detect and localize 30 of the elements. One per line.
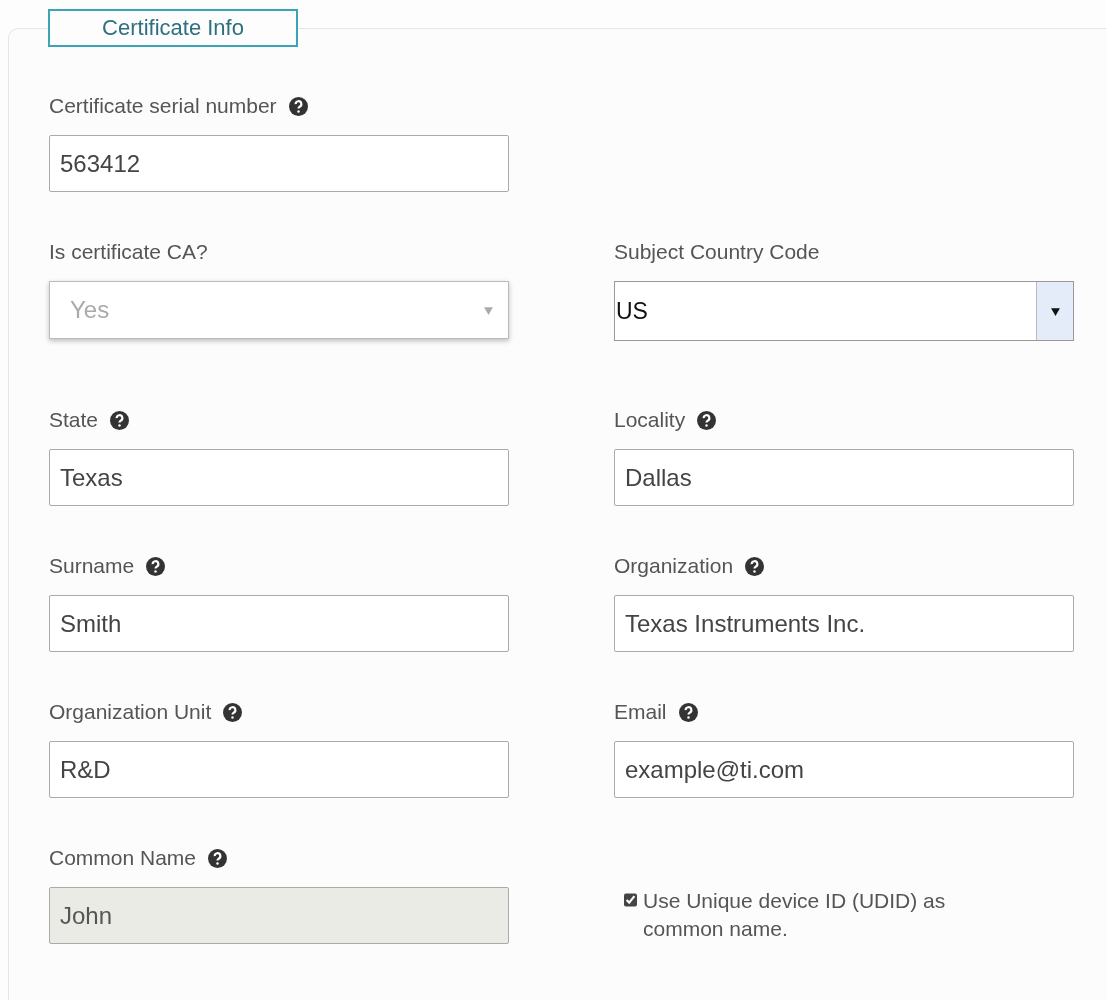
field-label: State [49, 408, 99, 432]
help-icon[interactable] [697, 410, 717, 430]
field-label: Is certificate CA? [49, 240, 208, 264]
dropdown[interactable]: US [614, 281, 1074, 341]
help-icon[interactable] [678, 702, 698, 722]
help-icon[interactable] [745, 556, 765, 576]
text-field[interactable]: Dallas [614, 449, 1074, 506]
text-field[interactable]: R&D [49, 741, 509, 798]
field-label: Subject Country Code [614, 240, 820, 264]
field-label: Common Name [49, 846, 197, 870]
section-legend: Certificate Info [48, 9, 298, 47]
udid-checkbox[interactable] [624, 892, 637, 908]
field-label: Organization Unit [49, 700, 212, 724]
field-label: Locality [614, 408, 686, 432]
field-label: Surname [49, 554, 135, 578]
caret-icon [483, 304, 494, 316]
text-field[interactable]: example@ti.com [614, 741, 1074, 798]
field-label: Organization [614, 554, 734, 578]
caret-icon [1049, 305, 1061, 317]
text-field[interactable]: 563412 [49, 135, 509, 192]
help-icon[interactable] [146, 556, 166, 576]
help-icon[interactable] [110, 410, 130, 430]
field-label: Certificate serial number [49, 94, 277, 118]
help-icon[interactable] [223, 702, 243, 722]
help-icon[interactable] [288, 96, 308, 116]
checkbox-label: Use Unique device ID (UDID) as common name. [643, 888, 947, 942]
text-field[interactable]: Texas Instruments Inc. [614, 595, 1074, 652]
field-label: Email [614, 700, 667, 724]
text-field[interactable]: Smith [49, 595, 509, 652]
text-field[interactable]: Texas [49, 449, 509, 506]
